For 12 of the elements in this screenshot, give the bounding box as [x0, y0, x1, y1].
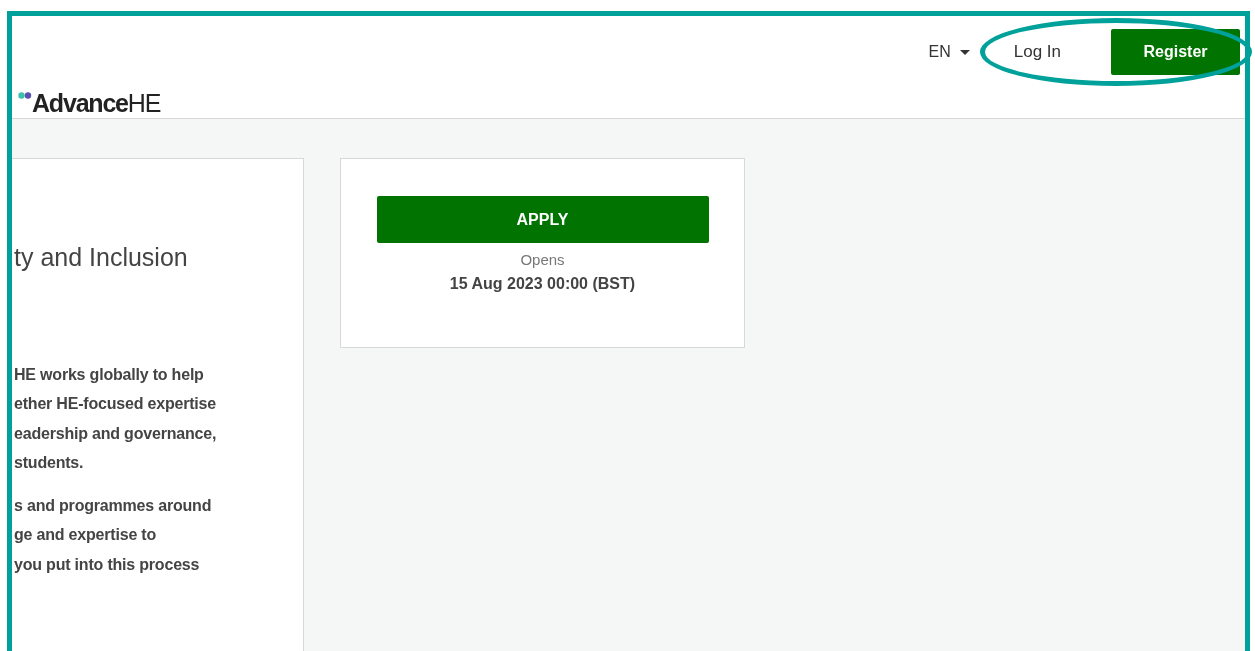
- site-logo[interactable]: AdvanceHE: [32, 89, 161, 118]
- card-title: ty and Inclusion: [14, 243, 189, 272]
- description-paragraph: HE works globally to help ether HE-focused expertise eadership and governance, students.: [14, 365, 218, 473]
- caret-icon: [959, 49, 970, 55]
- register-button[interactable]: Register: [1111, 29, 1240, 75]
- login-link[interactable]: Log In: [1013, 42, 1061, 62]
- description-paragraph: s and programmes around ge and expertise to you put into this process: [14, 496, 213, 575]
- logo-dots-icon: [18, 92, 32, 99]
- opens-label: Opens: [520, 251, 565, 268]
- apply-button[interactable]: APPLY: [376, 196, 709, 243]
- language-selector[interactable]: EN: [928, 43, 970, 61]
- opens-date: 15 Aug 2023 00:00 (BST): [449, 275, 636, 293]
